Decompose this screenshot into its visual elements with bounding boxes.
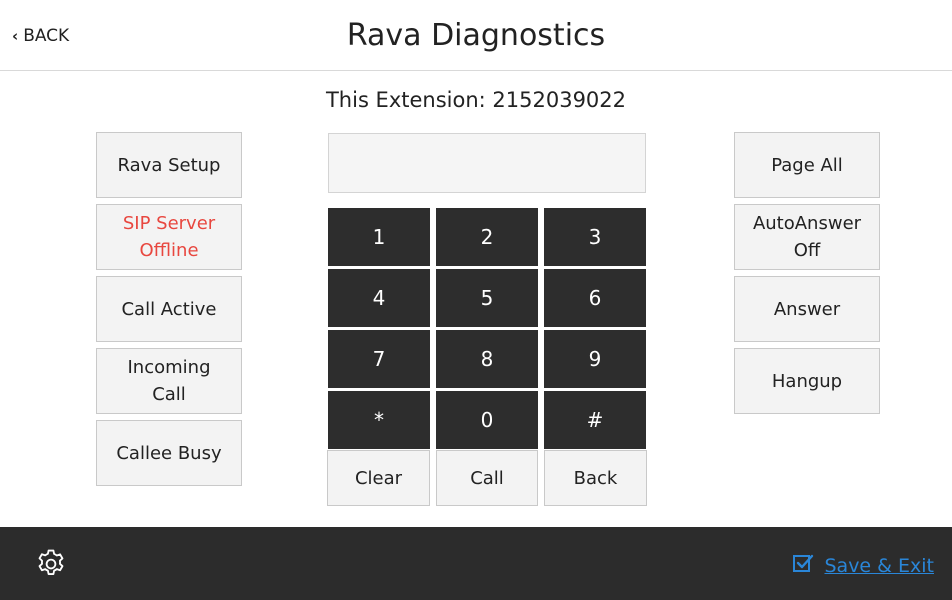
save-exit-label: Save & Exit [824, 554, 934, 577]
keypad-key-4[interactable]: 4 [328, 269, 430, 327]
rava-setup-button[interactable]: Rava Setup [96, 132, 242, 198]
keypad-key-hash[interactable]: # [544, 391, 646, 449]
keypad-key-2[interactable]: 2 [436, 208, 538, 266]
call-label: Call [470, 467, 504, 489]
callee-busy-button[interactable]: Callee Busy [96, 420, 242, 486]
page-all-button[interactable]: Page All [734, 132, 880, 198]
rava-setup-label: Rava Setup [117, 154, 221, 176]
keypad-key-0[interactable]: 0 [436, 391, 538, 449]
answer-label: Answer [773, 298, 841, 320]
incoming-call-label: Incoming Call [127, 357, 211, 405]
keypad-key-5[interactable]: 5 [436, 269, 538, 327]
footer-bar: Save & Exit [0, 527, 952, 600]
dial-number-display [328, 133, 646, 193]
keypad-key-6[interactable]: 6 [544, 269, 646, 327]
gear-icon[interactable] [34, 547, 68, 581]
save-exit-button[interactable]: Save & Exit [792, 552, 934, 579]
clear-button[interactable]: Clear [327, 450, 430, 506]
hangup-label: Hangup [771, 370, 843, 392]
sip-server-status-button[interactable]: SIP Server Offline [96, 204, 242, 270]
call-button[interactable]: Call [436, 450, 538, 506]
header-bar: ‹ BACK Rava Diagnostics [0, 0, 952, 71]
extension-label: This Extension: 2152039022 [325, 88, 627, 112]
callee-busy-label: Callee Busy [116, 442, 222, 464]
keypad-key-3[interactable]: 3 [544, 208, 646, 266]
backspace-button[interactable]: Back [544, 450, 647, 506]
page-all-label: Page All [771, 154, 843, 176]
keypad-key-7[interactable]: 7 [328, 330, 430, 388]
clear-label: Clear [354, 467, 403, 489]
diagnostics-screen: ‹ BACK Rava Diagnostics This Extension: … [0, 0, 952, 600]
call-active-button[interactable]: Call Active [96, 276, 242, 342]
keypad-key-1[interactable]: 1 [328, 208, 430, 266]
hangup-button[interactable]: Hangup [734, 348, 880, 414]
checkbox-checked-icon [792, 552, 814, 579]
answer-button[interactable]: Answer [734, 276, 880, 342]
incoming-call-button[interactable]: Incoming Call [96, 348, 242, 414]
call-active-label: Call Active [121, 298, 217, 320]
page-title: Rava Diagnostics [346, 18, 606, 53]
sip-server-status-label: SIP Server Offline [122, 213, 216, 261]
keypad-key-8[interactable]: 8 [436, 330, 538, 388]
keypad-key-9[interactable]: 9 [544, 330, 646, 388]
backspace-label: Back [573, 467, 618, 489]
keypad-key-star[interactable]: * [328, 391, 430, 449]
auto-answer-toggle[interactable]: AutoAnswer Off [734, 204, 880, 270]
auto-answer-label: AutoAnswer Off [752, 213, 862, 261]
